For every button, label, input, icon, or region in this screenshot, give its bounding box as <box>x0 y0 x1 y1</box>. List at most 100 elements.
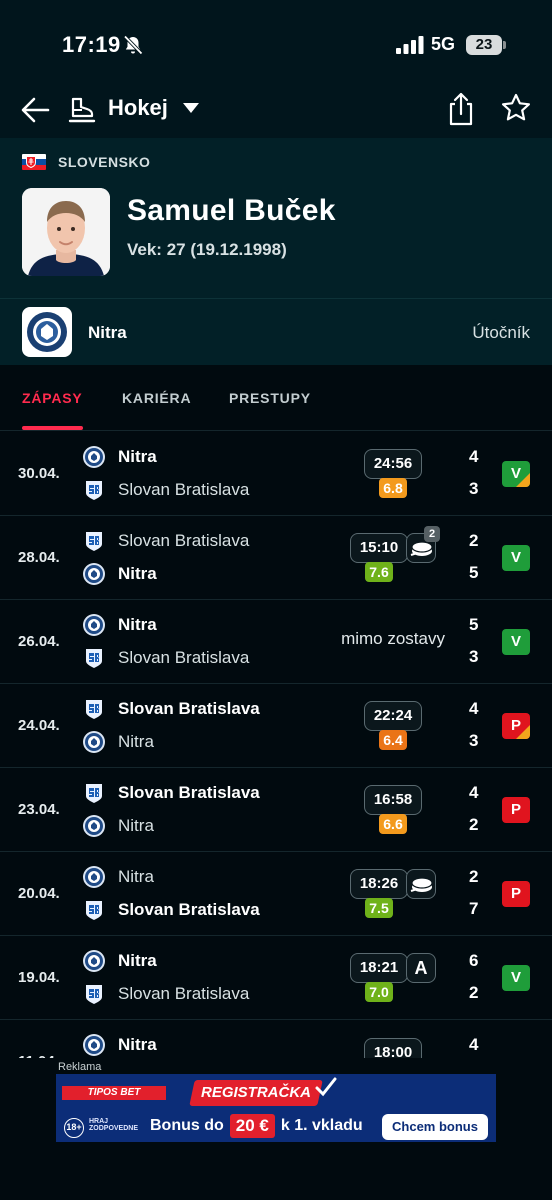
chevron-down-icon[interactable] <box>182 102 200 114</box>
away-team: Slovan Bratislava <box>82 981 249 1007</box>
country-name: SLOVENSKO <box>58 154 151 170</box>
nitra-logo-icon <box>22 307 72 357</box>
result-badge: V <box>502 461 530 487</box>
away-team: Nitra <box>82 561 157 587</box>
ad-label: Reklama <box>58 1061 102 1073</box>
away-score: 2 <box>469 983 479 1002</box>
player-country: SLOVENSKO <box>22 154 150 170</box>
player-team-row[interactable]: Nitra Útočník <box>0 298 552 365</box>
home-team: Nitra <box>82 864 154 890</box>
result-label: V <box>510 465 521 482</box>
match-row[interactable]: 30.04. Nitra Slovan Bratislava 24:56 6.8 4 3 V <box>0 432 552 516</box>
home-team-name: Nitra <box>118 615 157 634</box>
tab-career[interactable]: KARIÉRA <box>122 390 191 406</box>
battery-tip <box>503 41 506 49</box>
result-label: P <box>510 717 521 734</box>
away-score: 5 <box>469 563 479 582</box>
match-row[interactable]: 23.04. Slovan Bratislava Nitra 16:58 6.6 4 2 P <box>0 768 552 852</box>
away-team-name: Slovan Bratislava <box>118 480 250 499</box>
match-date: 24.04. <box>18 717 60 734</box>
puck-icon <box>406 869 436 899</box>
player-rating: 6.8 <box>379 478 407 498</box>
result-label: V <box>510 633 521 650</box>
away-team: Slovan Bratislava <box>82 477 249 503</box>
home-team: Nitra <box>82 612 157 638</box>
match-row[interactable]: 19.04. Nitra Slovan Bratislava 18:21 A 7.0 6 2 V <box>0 936 552 1020</box>
result-label: P <box>510 885 521 902</box>
away-team-name: Slovan Bratislava <box>118 984 250 1003</box>
signal-icon <box>396 36 424 54</box>
away-team-name: Nitra <box>118 816 154 835</box>
sport-title[interactable]: Hokej <box>108 95 168 121</box>
match-date: 30.04. <box>18 465 60 482</box>
player-profile: SLOVENSKO Samuel Buček Vek: 27 (19.12.19… <box>0 138 552 298</box>
match-date: 19.04. <box>18 969 60 986</box>
player-rating: 7.5 <box>365 898 393 918</box>
ad-area: Reklama TIPOS BET REGISTRAČKA 18+ HRAJ Z… <box>0 1058 552 1200</box>
match-row[interactable]: 24.04. Slovan Bratislava Nitra 22:24 6.4 4 3 P <box>0 684 552 768</box>
home-team: Nitra <box>82 1032 157 1058</box>
ad-banner[interactable]: TIPOS BET REGISTRAČKA 18+ HRAJ ZODPOVEDN… <box>56 1074 496 1142</box>
bell-muted-icon <box>123 35 143 55</box>
home-score: 5 <box>469 615 479 634</box>
result-label: V <box>510 549 521 566</box>
player-rating: 7.0 <box>365 982 393 1002</box>
nitra-logo-icon <box>82 865 106 889</box>
away-team: Nitra <box>82 729 154 755</box>
ad-responsible: HRAJ ZODPOVEDNE <box>89 1118 139 1132</box>
match-row[interactable]: 28.04. Slovan Bratislava Nitra 15:10 2 7.6 2 5 V <box>0 516 552 600</box>
home-team-name: Slovan Bratislava <box>118 699 260 718</box>
assist-label: A <box>414 958 428 978</box>
absent-note: mimo zostavy <box>341 629 445 648</box>
home-team: Slovan Bratislava <box>82 528 249 554</box>
match-row[interactable]: 20.04. Nitra Slovan Bratislava 18:26 7.5 2 7 P <box>0 852 552 936</box>
ad-cta-button[interactable]: Chcem bonus <box>382 1114 488 1140</box>
assist-icon: A <box>406 953 436 983</box>
ad-bonus: Bonus do 20 € k 1. vkladu <box>150 1114 363 1138</box>
back-arrow-icon[interactable] <box>18 93 52 127</box>
age-limit-badge: 18+ <box>64 1118 84 1138</box>
star-icon[interactable] <box>500 92 532 124</box>
home-team-name: Slovan Bratislava <box>118 531 250 550</box>
player-name: Samuel Buček <box>127 194 336 227</box>
status-time: 17:19 <box>62 32 121 57</box>
nitra-logo-icon <box>82 613 106 637</box>
home-team-name: Nitra <box>118 447 157 466</box>
home-team-name: Nitra <box>118 867 154 886</box>
slovan-logo-icon <box>82 529 106 553</box>
away-team-name: Slovan Bratislava <box>118 648 250 667</box>
home-team: Nitra <box>82 948 157 974</box>
match-row[interactable]: 11.04.Nitra18:004V <box>0 1020 552 1058</box>
match-date: 28.04. <box>18 549 60 566</box>
ad-bonus-amount: 20 € <box>229 1114 275 1138</box>
home-team: Slovan Bratislava <box>82 780 260 806</box>
hockey-skate-icon <box>68 97 96 123</box>
goal-count-badge: 2 <box>424 526 440 542</box>
ad-bonus-suffix: k 1. vkladu <box>280 1117 363 1134</box>
network-type: 5G <box>431 34 456 54</box>
result-label: P <box>510 801 521 818</box>
ice-time: 16:58 <box>364 785 422 815</box>
tab-transfers[interactable]: PRESTUPY <box>229 390 311 406</box>
tab-matches[interactable]: ZÁPASY <box>22 390 83 406</box>
active-tab-indicator <box>22 426 83 430</box>
player-rating: 7.6 <box>365 562 393 582</box>
match-row[interactable]: 26.04. Nitra Slovan Bratislava mimo zostavy… <box>0 600 552 684</box>
home-team: Nitra <box>82 444 157 470</box>
share-icon[interactable] <box>446 91 476 127</box>
home-team-name: Slovan Bratislava <box>118 783 260 802</box>
player-photo <box>22 188 110 276</box>
result-badge: P <box>502 881 530 907</box>
away-score: 7 <box>469 899 479 918</box>
home-team: Slovan Bratislava <box>82 696 260 722</box>
slovan-logo-icon <box>82 478 106 502</box>
checkmark-icon <box>315 1077 337 1097</box>
ad-headline-box: REGISTRAČKA <box>189 1080 323 1106</box>
away-team-name: Nitra <box>118 732 154 751</box>
nitra-logo-icon <box>82 730 106 754</box>
ad-headline: REGISTRAČKA <box>200 1084 311 1101</box>
slovan-logo-icon <box>82 898 106 922</box>
away-team: Slovan Bratislava <box>82 897 260 923</box>
match-date: 26.04. <box>18 633 60 650</box>
away-score: 2 <box>469 815 479 834</box>
